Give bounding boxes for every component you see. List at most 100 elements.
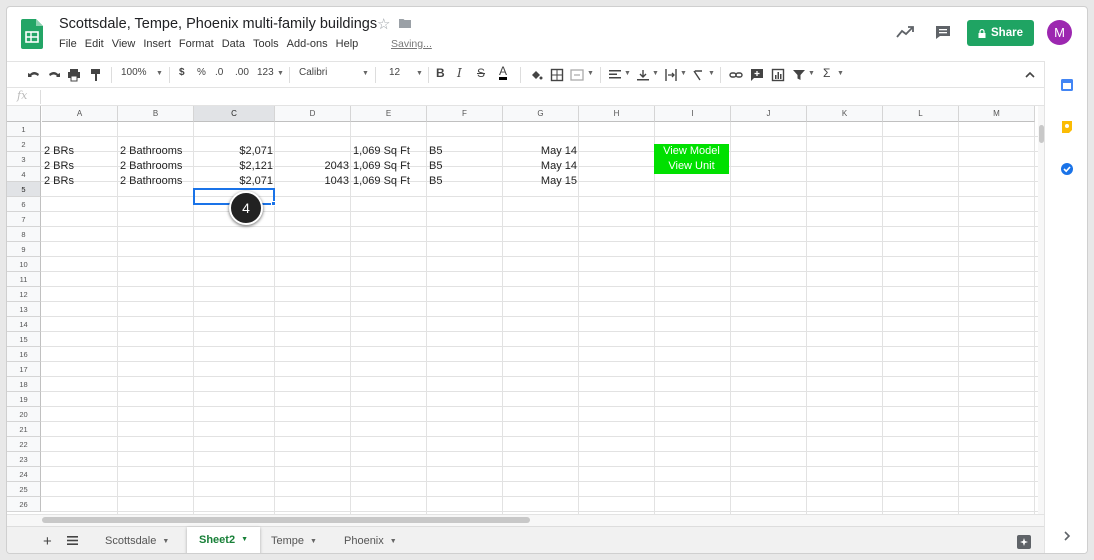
cell-d2[interactable] bbox=[275, 144, 351, 159]
row-header-12[interactable]: 12 bbox=[7, 287, 41, 302]
zoom-select[interactable]: 100% bbox=[121, 67, 147, 78]
cell-e2[interactable]: 1,069 Sq Ft bbox=[351, 144, 427, 159]
cell-c3[interactable]: $2,121 bbox=[194, 159, 275, 174]
row-header-24[interactable]: 24 bbox=[7, 467, 41, 482]
row-header-22[interactable]: 22 bbox=[7, 437, 41, 452]
menu-insert[interactable]: Insert bbox=[143, 38, 171, 50]
row-header-20[interactable]: 20 bbox=[7, 407, 41, 422]
avatar[interactable]: M bbox=[1047, 20, 1072, 45]
spreadsheet-grid[interactable]: ABCDEFGHIJKLM 1 2 3 4 5 6 7 8 9 10 11 12 13 14 15 16 17 1… bbox=[7, 106, 1038, 514]
row-header-5[interactable]: 5 bbox=[7, 182, 41, 197]
column-header-k[interactable]: K bbox=[807, 106, 883, 122]
tasks-icon[interactable] bbox=[1061, 163, 1073, 175]
align-left-icon[interactable] bbox=[608, 68, 622, 82]
row-header-17[interactable]: 17 bbox=[7, 362, 41, 377]
row-header-8[interactable]: 8 bbox=[7, 227, 41, 242]
menu-tools[interactable]: Tools bbox=[253, 38, 279, 50]
zoom-caret-icon[interactable]: ▼ bbox=[156, 70, 163, 77]
row-header-7[interactable]: 7 bbox=[7, 212, 41, 227]
strikethrough-button[interactable]: S bbox=[477, 66, 485, 80]
borders-icon[interactable] bbox=[550, 68, 564, 82]
view-unit-button[interactable]: View Unit bbox=[654, 159, 729, 174]
text-rotation-caret-icon[interactable]: ▼ bbox=[708, 70, 715, 77]
link-icon[interactable] bbox=[729, 68, 743, 82]
cell-e3[interactable]: 1,069 Sq Ft bbox=[351, 159, 427, 174]
row-header-26[interactable]: 26 bbox=[7, 497, 41, 512]
tab-sheet2[interactable]: Sheet2 ▼ bbox=[187, 527, 261, 553]
cell-a4[interactable]: 2 BRs bbox=[42, 174, 118, 189]
tab-tempe-caret-icon[interactable]: ▼ bbox=[310, 538, 317, 545]
row-header-9[interactable]: 9 bbox=[7, 242, 41, 257]
row-header-10[interactable]: 10 bbox=[7, 257, 41, 272]
horizontal-scroll-thumb[interactable] bbox=[42, 517, 530, 523]
fill-handle[interactable] bbox=[271, 201, 276, 206]
expand-side-panel-icon[interactable] bbox=[1063, 531, 1071, 541]
keep-icon[interactable] bbox=[1061, 121, 1073, 133]
cell-e4[interactable]: 1,069 Sq Ft bbox=[351, 174, 427, 189]
row-header-13[interactable]: 13 bbox=[7, 302, 41, 317]
functions-caret-icon[interactable]: ▼ bbox=[837, 70, 844, 77]
cell-d4[interactable]: 1043 bbox=[275, 174, 351, 189]
text-color-button[interactable]: A bbox=[499, 65, 508, 80]
menu-help[interactable]: Help bbox=[336, 38, 359, 50]
explore-trend-icon[interactable] bbox=[896, 25, 914, 39]
cell-g4[interactable]: May 15 bbox=[503, 174, 579, 189]
vertical-align-caret-icon[interactable]: ▼ bbox=[652, 70, 659, 77]
column-header-b[interactable]: B bbox=[118, 106, 194, 122]
save-status[interactable]: Saving... bbox=[391, 38, 432, 50]
column-header-f[interactable]: F bbox=[427, 106, 503, 122]
insert-chart-icon[interactable] bbox=[771, 68, 785, 82]
view-model-button[interactable]: View Model bbox=[654, 144, 729, 159]
cell-c2[interactable]: $2,071 bbox=[194, 144, 275, 159]
column-header-h[interactable]: H bbox=[579, 106, 655, 122]
tab-scottsdale[interactable]: Scottsdale ▼ bbox=[105, 527, 169, 553]
row-header-15[interactable]: 15 bbox=[7, 332, 41, 347]
share-button[interactable]: Share bbox=[967, 20, 1034, 46]
menu-edit[interactable]: Edit bbox=[85, 38, 104, 50]
tab-phoenix-caret-icon[interactable]: ▼ bbox=[390, 538, 397, 545]
star-icon[interactable]: ☆ bbox=[377, 15, 390, 33]
cell-c4[interactable]: $2,071 bbox=[194, 174, 275, 189]
more-formats-caret-icon[interactable]: ▼ bbox=[277, 70, 284, 77]
column-header-c[interactable]: C bbox=[194, 106, 275, 122]
font-size-select[interactable]: 12 bbox=[389, 67, 400, 78]
tab-scottsdale-caret-icon[interactable]: ▼ bbox=[162, 538, 169, 545]
print-icon[interactable] bbox=[67, 68, 81, 82]
comment-icon[interactable] bbox=[935, 25, 951, 40]
tab-phoenix[interactable]: Phoenix ▼ bbox=[344, 527, 397, 553]
explore-icon[interactable] bbox=[1017, 535, 1031, 549]
row-header-18[interactable]: 18 bbox=[7, 377, 41, 392]
menu-file[interactable]: File bbox=[59, 38, 77, 50]
cell-f3[interactable]: B5 bbox=[427, 159, 503, 174]
menu-data[interactable]: Data bbox=[222, 38, 245, 50]
merge-caret-icon[interactable]: ▼ bbox=[587, 70, 594, 77]
cell-f4[interactable]: B5 bbox=[427, 174, 503, 189]
redo-icon[interactable] bbox=[47, 68, 61, 82]
insert-comment-icon[interactable] bbox=[750, 68, 764, 82]
row-header-21[interactable]: 21 bbox=[7, 422, 41, 437]
column-header-l[interactable]: L bbox=[883, 106, 959, 122]
row-header-6[interactable]: 6 bbox=[7, 197, 41, 212]
merge-cells-icon[interactable] bbox=[570, 68, 584, 82]
tab-sheet2-caret-icon[interactable]: ▼ bbox=[241, 536, 248, 543]
fill-color-icon[interactable] bbox=[529, 68, 543, 82]
select-all-corner[interactable] bbox=[7, 106, 41, 122]
filter-caret-icon[interactable]: ▼ bbox=[808, 70, 815, 77]
bold-button[interactable]: B bbox=[436, 66, 445, 80]
increase-decimal-button[interactable]: .00 bbox=[235, 67, 249, 78]
text-rotation-icon[interactable] bbox=[692, 68, 706, 82]
cell-a3[interactable]: 2 BRs bbox=[42, 159, 118, 174]
cell-b3[interactable]: 2 Bathrooms bbox=[118, 159, 194, 174]
row-header-19[interactable]: 19 bbox=[7, 392, 41, 407]
font-size-caret-icon[interactable]: ▼ bbox=[416, 70, 423, 77]
add-sheet-icon[interactable]: + bbox=[43, 527, 52, 553]
cell-f2[interactable]: B5 bbox=[427, 144, 503, 159]
row-header-4[interactable]: 4 bbox=[7, 167, 41, 182]
undo-icon[interactable] bbox=[27, 68, 41, 82]
row-header-25[interactable]: 25 bbox=[7, 482, 41, 497]
column-header-m[interactable]: M bbox=[959, 106, 1035, 122]
cell-d3[interactable]: 2043 bbox=[275, 159, 351, 174]
document-title[interactable]: Scottsdale, Tempe, Phoenix multi-family … bbox=[59, 16, 377, 32]
row-header-11[interactable]: 11 bbox=[7, 272, 41, 287]
tab-tempe[interactable]: Tempe ▼ bbox=[271, 527, 317, 553]
